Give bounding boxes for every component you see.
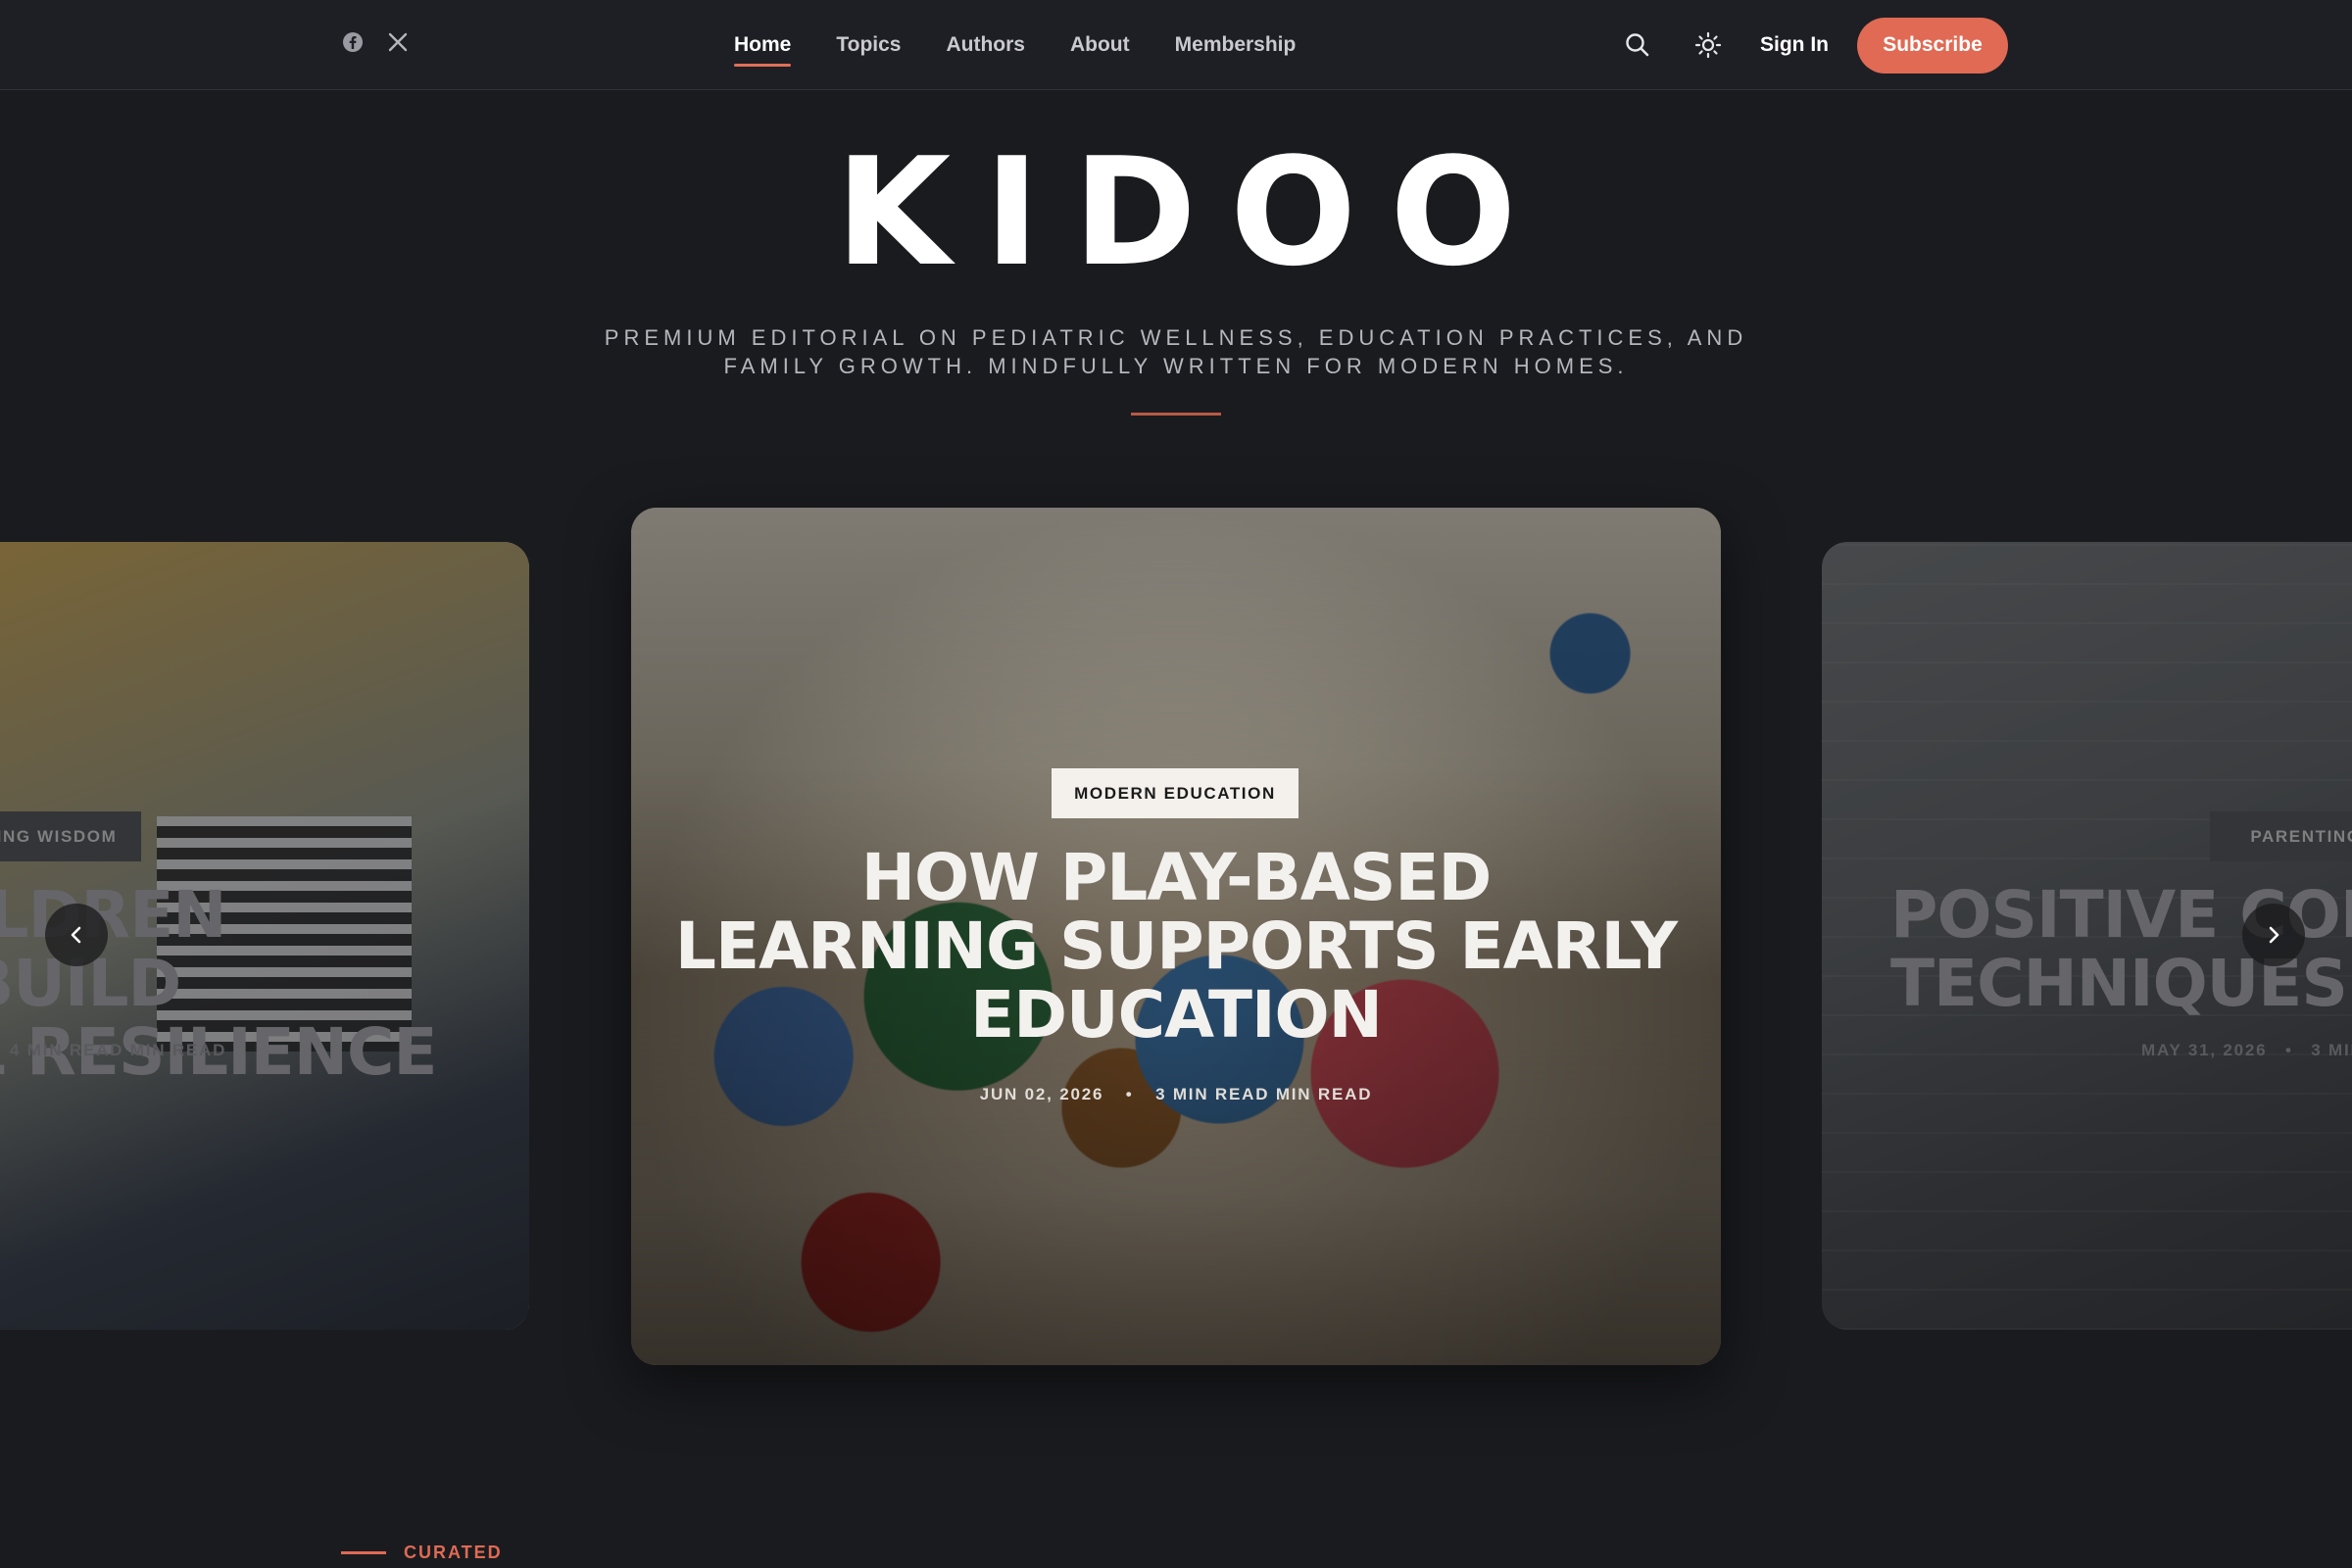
- nav-topics[interactable]: Topics: [836, 0, 901, 90]
- section-heading-curated: CURATED: [341, 1543, 503, 1563]
- nav-authors[interactable]: Authors: [946, 0, 1025, 90]
- chevron-left-icon: [71, 926, 81, 944]
- social-links: [341, 30, 410, 54]
- tagline-line-2: family growth. Mindfully written for mod…: [723, 354, 1629, 378]
- header-tools: Sign In Subscribe: [1623, 17, 2008, 74]
- accent-line: [341, 1551, 386, 1554]
- article-read-time: 3 MIN READ MIN READ: [1155, 1085, 1373, 1103]
- carousel-next-button[interactable]: [2242, 904, 2305, 966]
- article-date: JUN 02, 2026: [979, 1085, 1104, 1103]
- nav-home[interactable]: Home: [734, 0, 792, 90]
- site-tagline: Premium editorial on pediatric wellness,…: [588, 323, 1764, 380]
- sun-theme-toggle-icon[interactable]: [1693, 30, 1723, 60]
- nav-about[interactable]: About: [1070, 0, 1130, 90]
- sign-in-link[interactable]: Sign In: [1760, 33, 1829, 57]
- x-twitter-icon[interactable]: [386, 30, 410, 54]
- category-badge[interactable]: TING WISDOM: [0, 811, 141, 861]
- article-meta: MAY 31, 2026 • 3 MIN: [2141, 1041, 2352, 1059]
- section-label: CURATED: [404, 1543, 503, 1562]
- subscribe-button[interactable]: Subscribe: [1857, 17, 2008, 74]
- article-meta: JUN 02, 2026 • 3 MIN READ MIN READ: [979, 1085, 1373, 1103]
- carousel-prev-button[interactable]: [45, 904, 108, 966]
- top-navigation-bar: Home Topics Authors About Membership Sig…: [0, 0, 2352, 90]
- tagline-divider: [1131, 413, 1221, 416]
- carousel-card-featured[interactable]: Modern Education How Play-Based Learning…: [631, 508, 1721, 1365]
- chevron-right-icon: [2269, 926, 2279, 944]
- article-title[interactable]: How Play-Based Learning Supports Early E…: [670, 844, 1682, 1050]
- tagline-line-1: Premium editorial on pediatric wellness,…: [604, 325, 1748, 350]
- main-nav: Home Topics Authors About Membership: [734, 0, 1296, 90]
- search-icon[interactable]: [1623, 30, 1652, 60]
- site-logo[interactable]: KIDOO: [0, 125, 2352, 299]
- article-meta: 4 MIN READ MIN READ: [10, 1041, 227, 1059]
- category-badge[interactable]: PARENTING W: [2210, 811, 2352, 861]
- facebook-icon[interactable]: [341, 30, 365, 54]
- category-badge[interactable]: Modern Education: [1052, 768, 1298, 818]
- nav-membership[interactable]: Membership: [1175, 0, 1297, 90]
